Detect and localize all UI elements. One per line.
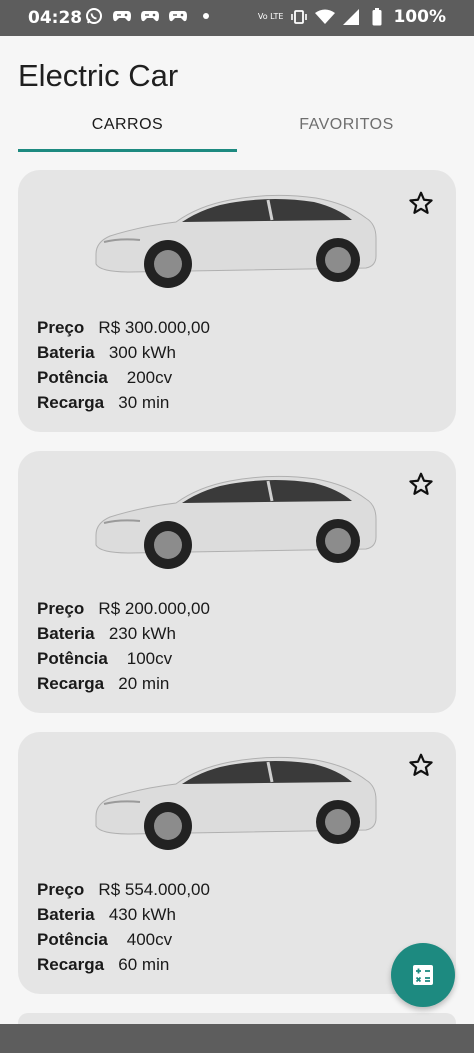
calculator-fab[interactable]: [391, 943, 455, 1007]
spec-recarga: Recarga 60 min: [37, 955, 170, 974]
spec-bateria: Bateria 430 kWh: [37, 905, 176, 924]
spec-bateria: Bateria 300 kWh: [37, 343, 176, 362]
signal-icon: [341, 7, 361, 27]
vibrate-icon: [289, 7, 309, 27]
tab-indicator: [18, 149, 237, 152]
navigation-bar: [0, 1024, 474, 1053]
system-icons: Vo LTE 100%: [258, 7, 446, 27]
car-card[interactable]: Preço R$ 554.000,00 Bateria 430 kWh Potê…: [18, 732, 456, 994]
battery-icon: [367, 7, 387, 27]
tab-favoritos[interactable]: FAVORITOS: [237, 116, 456, 134]
spec-preco: Preço R$ 300.000,00: [37, 318, 210, 337]
car-image: [95, 194, 377, 288]
status-time: 04:28: [28, 8, 83, 28]
dot-icon: [196, 6, 216, 26]
power-value: 400cv: [126, 930, 173, 949]
spec-recarga: Recarga 20 min: [37, 674, 170, 693]
gamepad-icon: [112, 6, 132, 26]
car-image: [95, 475, 377, 569]
spec-bateria: Bateria 230 kWh: [37, 624, 176, 643]
spec-potencia: Potência 200cv: [37, 368, 173, 387]
spec-potencia: Potência 400cv: [37, 930, 173, 949]
spec-potencia: Potência 100cv: [37, 649, 173, 668]
power-value: 200cv: [126, 368, 173, 387]
price-value: R$ 300.000,00: [98, 318, 210, 337]
status-bar: 04:28 Vo LTE 100%: [0, 0, 474, 36]
price-value: R$ 554.000,00: [98, 880, 210, 899]
spec-recarga: Recarga 30 min: [37, 393, 170, 412]
price-value: R$ 200.000,00: [98, 599, 210, 618]
gamepad-icon: [168, 6, 188, 26]
gamepad-icon: [140, 6, 160, 26]
tab-bar: CARROS FAVORITOS: [18, 110, 474, 154]
favorite-star-icon[interactable]: [408, 471, 434, 497]
recharge-value: 20 min: [118, 674, 170, 693]
favorite-star-icon[interactable]: [408, 752, 434, 778]
car-card[interactable]: Preço R$ 300.000,00 Bateria 300 kWh Potê…: [18, 170, 456, 432]
power-value: 100cv: [126, 649, 173, 668]
tab-carros[interactable]: CARROS: [18, 116, 237, 134]
recharge-value: 30 min: [118, 393, 170, 412]
spec-preco: Preço R$ 200.000,00: [37, 599, 210, 618]
favorite-star-icon[interactable]: [408, 190, 434, 216]
whatsapp-icon: [84, 6, 104, 26]
notification-icons: [84, 6, 216, 26]
battery-value: 430 kWh: [108, 905, 176, 924]
car-image: [95, 756, 377, 850]
spec-preco: Preço R$ 554.000,00: [37, 880, 210, 899]
battery-value: 300 kWh: [108, 343, 176, 362]
volte-label: Vo LTE: [257, 12, 284, 21]
battery-value: 230 kWh: [108, 624, 176, 643]
car-card[interactable]: Preço R$ 200.000,00 Bateria 230 kWh Potê…: [18, 451, 456, 713]
calculator-icon: [413, 965, 433, 985]
recharge-value: 60 min: [118, 955, 170, 974]
battery-percent: 100%: [393, 7, 446, 27]
app-title: Electric Car: [18, 58, 179, 93]
wifi-icon: [315, 7, 336, 27]
